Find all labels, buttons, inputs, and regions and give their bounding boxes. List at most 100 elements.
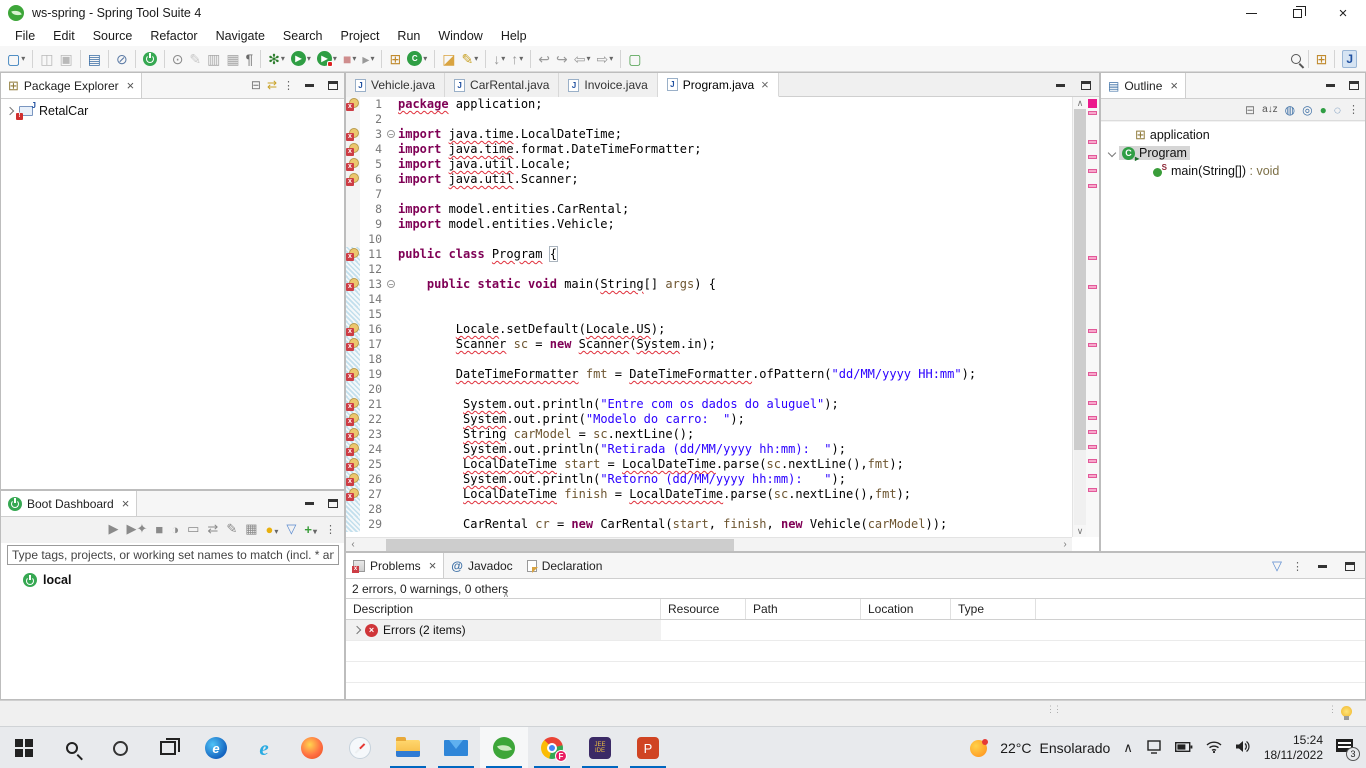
menu-window[interactable]: Window: [429, 27, 491, 45]
chevron-right-icon[interactable]: [353, 626, 361, 634]
chevron-right-icon[interactable]: [6, 106, 14, 114]
problems-row[interactable]: ×Errors (2 items): [346, 620, 1365, 641]
view-menu-icon[interactable]: ⋮: [1348, 103, 1359, 116]
error-marker-icon[interactable]: [346, 128, 359, 141]
taskbar-cortana[interactable]: [96, 727, 144, 768]
error-overview-marker[interactable]: [1088, 416, 1097, 420]
save-button[interactable]: ◫: [38, 48, 55, 70]
menu-file[interactable]: File: [6, 27, 44, 45]
open-console-button[interactable]: ▤: [86, 48, 103, 70]
error-marker-icon[interactable]: [346, 443, 359, 456]
menu-refactor[interactable]: Refactor: [141, 27, 206, 45]
cast-icon[interactable]: [1146, 740, 1162, 757]
dropdown-arrow-icon[interactable]: ▾: [352, 54, 356, 63]
collapse-all-icon[interactable]: ⊟: [251, 78, 261, 92]
forward-history-button[interactable]: ⇨▾: [594, 48, 615, 70]
menu-run[interactable]: Run: [388, 27, 429, 45]
open-perspective-button[interactable]: ⊞: [1314, 48, 1330, 70]
wifi-icon[interactable]: [1206, 741, 1222, 756]
previous-annotation-button[interactable]: ↑▾: [509, 48, 525, 70]
error-overview-marker[interactable]: [1088, 256, 1097, 260]
view-menu-icon[interactable]: ⋮: [325, 523, 336, 536]
minimize-panel-button[interactable]: [300, 494, 318, 512]
maximize-panel-button[interactable]: [324, 494, 342, 512]
filter-icon[interactable]: ▽: [286, 521, 296, 537]
maximize-panel-button[interactable]: [1341, 557, 1359, 575]
mark-occurrences-button[interactable]: ✎▾: [459, 48, 480, 70]
taskbar-mail[interactable]: [432, 727, 480, 768]
tree-item-project[interactable]: J! RetalCar: [1, 99, 344, 118]
scrollbar-thumb[interactable]: [1074, 109, 1086, 450]
collapse-all-icon[interactable]: ⊟: [1245, 103, 1255, 117]
tray-overflow-chevron-icon[interactable]: ∧: [1123, 740, 1133, 756]
outline-item-method[interactable]: S main(String[]) : void: [1101, 162, 1365, 180]
column-header-resource[interactable]: Resource: [661, 599, 746, 619]
scroll-down-icon[interactable]: ∨: [1073, 525, 1087, 537]
dropdown-arrow-icon[interactable]: ▾: [333, 54, 337, 63]
show-whitespace-button[interactable]: ¶: [244, 48, 256, 70]
battery-icon[interactable]: [1175, 741, 1193, 756]
menu-project[interactable]: Project: [332, 27, 389, 45]
weather-sun-icon[interactable]: [970, 740, 987, 757]
skip-all-breakpoints-button[interactable]: ⊘: [114, 48, 130, 70]
error-overview-marker[interactable]: [1088, 111, 1097, 115]
error-marker-icon[interactable]: [346, 173, 359, 186]
java-perspective-button[interactable]: J: [1340, 48, 1359, 70]
boot-target-local[interactable]: local: [1, 567, 344, 587]
error-marker-icon[interactable]: [346, 398, 359, 411]
error-overview-marker[interactable]: [1088, 343, 1097, 347]
add-target-icon[interactable]: +▾: [304, 522, 317, 537]
tab-outline[interactable]: ▤ Outline ×: [1101, 73, 1186, 98]
spring-initializr-button[interactable]: C▾: [405, 48, 429, 70]
menu-edit[interactable]: Edit: [44, 27, 84, 45]
hide-local-types-icon[interactable]: ◌: [1334, 103, 1341, 117]
dropdown-arrow-icon[interactable]: ▾: [519, 54, 523, 63]
edit-tags-icon[interactable]: ✎: [226, 521, 237, 537]
dropdown-arrow-icon[interactable]: ▾: [370, 54, 374, 63]
back-history-button[interactable]: ⇦▾: [572, 48, 593, 70]
error-overview-marker[interactable]: [1088, 140, 1097, 144]
error-marker-icon[interactable]: [346, 368, 359, 381]
feather-button[interactable]: ✎: [187, 48, 203, 70]
restart-button-icon[interactable]: ◑: [171, 522, 179, 537]
taskbar-safari[interactable]: [336, 727, 384, 768]
boot-filter-input[interactable]: [7, 545, 339, 565]
properties-icon[interactable]: ▦: [245, 521, 257, 537]
dropdown-arrow-icon[interactable]: ▾: [307, 54, 311, 63]
tab-declaration[interactable]: Declaration: [520, 553, 610, 578]
error-marker-icon[interactable]: [346, 488, 359, 501]
column-header-description[interactable]: Description∧: [346, 599, 661, 619]
scroll-right-icon[interactable]: ›: [1058, 538, 1072, 552]
editor-tab-program-java[interactable]: JProgram.java×: [658, 73, 779, 97]
taskbar-eclipse[interactable]: JEE IDE: [576, 727, 624, 768]
taskbar-start[interactable]: [0, 727, 48, 768]
search-button[interactable]: [1289, 48, 1303, 70]
fold-collapse-icon[interactable]: −: [387, 130, 395, 138]
taskbar-powerpoint[interactable]: P: [624, 727, 672, 768]
column-header-type[interactable]: Type: [951, 599, 1036, 619]
error-overview-marker[interactable]: [1088, 155, 1097, 159]
tab-boot-dashboard[interactable]: Boot Dashboard ×: [1, 491, 137, 516]
menu-help[interactable]: Help: [492, 27, 536, 45]
error-overview-marker[interactable]: [1088, 169, 1097, 173]
error-overview-marker[interactable]: [1088, 445, 1097, 449]
error-overview-marker[interactable]: [1088, 285, 1097, 289]
error-overview-marker[interactable]: [1088, 329, 1097, 333]
vertical-scrollbar[interactable]: ∧ ∨: [1073, 97, 1087, 537]
horizontal-scrollbar[interactable]: ‹ ›: [346, 537, 1072, 551]
stop-button-icon[interactable]: ■: [155, 522, 163, 537]
outline-item-class[interactable]: C Program: [1101, 144, 1365, 162]
hide-static-members-icon[interactable]: ◎: [1302, 103, 1312, 117]
error-marker-icon[interactable]: [346, 473, 359, 486]
dropdown-arrow-icon[interactable]: ▾: [423, 54, 427, 63]
taskbar-chrome[interactable]: F: [528, 727, 576, 768]
error-marker-icon[interactable]: [346, 323, 359, 336]
debug-button[interactable]: ✻▾: [266, 48, 287, 70]
menu-source[interactable]: Source: [84, 27, 142, 45]
editor-tab-carrental-java[interactable]: JCarRental.java: [445, 73, 559, 97]
maximize-panel-button[interactable]: [324, 76, 342, 94]
build-all-button[interactable]: ▥: [205, 48, 222, 70]
overview-ruler[interactable]: [1086, 97, 1099, 537]
dropdown-arrow-icon[interactable]: ▾: [586, 54, 590, 63]
scroll-up-icon[interactable]: ∧: [1073, 97, 1087, 109]
